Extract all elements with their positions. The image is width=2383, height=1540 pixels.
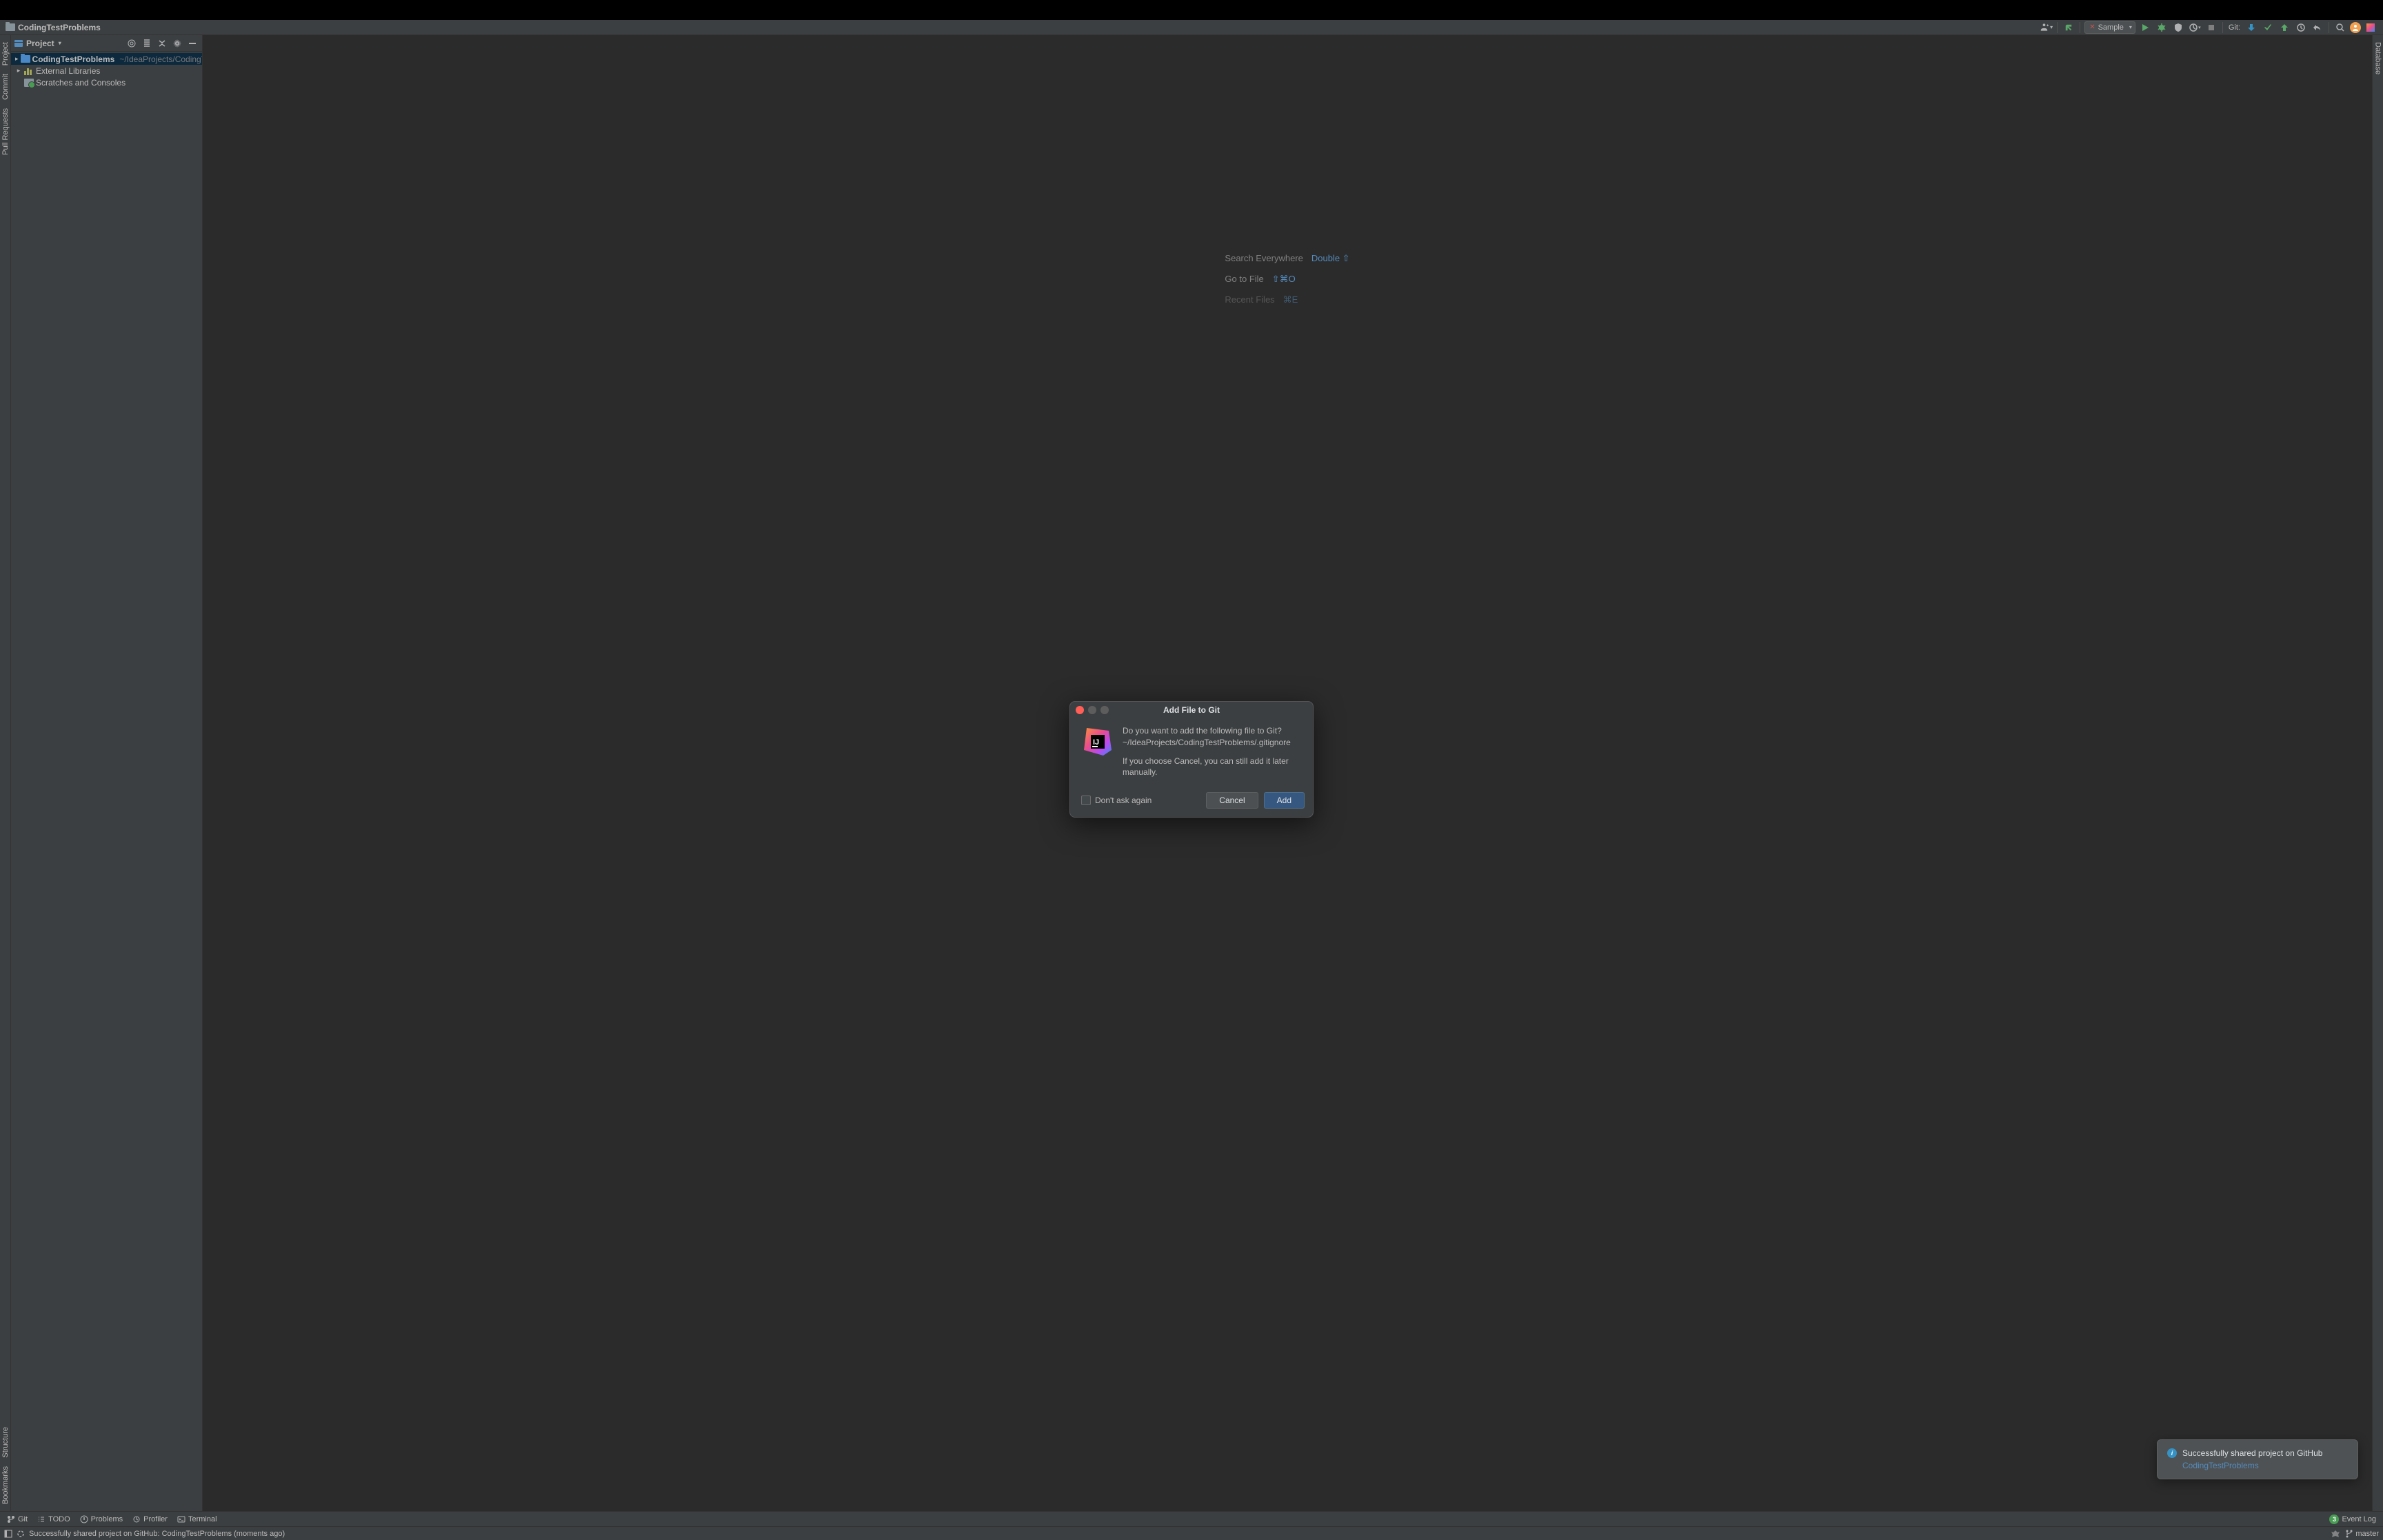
expand-all-icon[interactable] [140,37,154,50]
problems-icon [80,1515,88,1523]
ide-settings-icon[interactable] [2364,21,2377,34]
intellij-logo-icon: IJ [1081,725,1114,758]
add-button[interactable]: Add [1264,792,1305,809]
scratches-icon [24,79,34,87]
tree-node-external-libraries[interactable]: ▸ External Libraries [11,65,202,77]
status-bar: Successfully shared project on GitHub: C… [0,1526,2383,1540]
right-tool-gutter: Database [2372,35,2383,1511]
git-label: Git: [2229,23,2240,32]
sidebar-tab-commit[interactable]: Commit [0,70,11,104]
stop-icon[interactable] [2204,21,2218,34]
dialog-message: Do you want to add the following file to… [1123,725,1302,785]
info-icon: i [2167,1448,2177,1458]
tree-node-root[interactable]: ▸ CodingTestProblems ~/IdeaProjects/Codi… [11,53,202,65]
chevron-right-icon[interactable]: ▸ [15,55,19,63]
event-count-badge: 3 [2329,1514,2339,1524]
folder-icon [6,23,15,31]
sidebar-tab-project[interactable]: Project [0,38,11,70]
profiler-icon[interactable]: ▾ [2188,21,2202,34]
hint-search-shortcut: Double ⇧ [1311,253,1350,264]
collapse-all-icon[interactable] [155,37,169,50]
hint-goto-shortcut: ⇧⌘O [1272,274,1296,285]
svg-text:IJ: IJ [1093,738,1099,747]
notification-link[interactable]: CodingTestProblems [2182,1461,2348,1470]
git-rollback-icon[interactable] [2311,21,2324,34]
search-icon[interactable] [2333,21,2347,34]
avatar[interactable] [2350,22,2361,33]
navigation-bar: CodingTestProblems ▾ ✕ Sample ▾ Git: [0,20,2383,35]
bottom-tab-todo[interactable]: TODO [33,1514,74,1525]
tree-node-scratches[interactable]: Scratches and Consoles [11,77,202,88]
todo-icon [37,1515,46,1523]
dialog-title: Add File to Git [1070,705,1313,715]
left-tool-gutter: Project Commit Pull Requests Structure B… [0,35,11,1511]
welcome-screen: Search Everywhere Double ⇧ Go to File ⇧⌘… [1225,253,1349,305]
folder-icon [21,55,30,63]
coverage-icon[interactable] [2171,21,2185,34]
git-update-icon[interactable] [2244,21,2258,34]
bottom-tab-terminal[interactable]: Terminal [173,1514,221,1525]
add-file-to-git-dialog: Add File to Git IJ Do you want to add th… [1069,701,1314,818]
chevron-right-icon[interactable]: ▸ [15,67,22,74]
separator [2057,22,2058,33]
hint-recent-shortcut: ⌘E [1283,294,1298,305]
notification-title-text: Successfully shared project on GitHub [2182,1448,2322,1458]
inspections-icon[interactable] [2331,1530,2340,1538]
breadcrumb-project: CodingTestProblems [18,23,101,32]
dialog-titlebar[interactable]: Add File to Git [1070,702,1313,718]
bottom-tab-profiler[interactable]: Profiler [128,1514,172,1525]
run-icon[interactable] [2138,21,2152,34]
git-history-icon[interactable] [2294,21,2308,34]
bottom-tab-git[interactable]: Git [3,1514,32,1525]
breadcrumb[interactable]: CodingTestProblems [6,23,101,32]
bottom-tool-tabs: Git TODO Problems Profiler Terminal 3 Ev… [0,1511,2383,1526]
sidebar-tab-database[interactable]: Database [2373,38,2383,79]
sidebar-tab-pull-requests[interactable]: Pull Requests [0,104,11,159]
run-config-name: Sample [2098,23,2124,32]
cancel-button[interactable]: Cancel [1206,792,1258,809]
git-branch-widget[interactable]: master [2346,1530,2379,1538]
chevron-down-icon: ▾ [59,40,61,46]
build-icon[interactable] [2062,21,2075,34]
library-icon [24,67,34,75]
tool-windows-toggle-icon[interactable] [4,1530,12,1538]
hint-goto-label: Go to File [1225,274,1263,285]
error-icon: ✕ [2089,23,2095,31]
add-user-icon[interactable]: ▾ [2039,21,2053,34]
git-commit-icon[interactable] [2261,21,2275,34]
status-message[interactable]: Successfully shared project on GitHub: C… [29,1530,285,1538]
run-configuration-selector[interactable]: ✕ Sample [2084,21,2135,34]
project-tree[interactable]: ▸ CodingTestProblems ~/IdeaProjects/Codi… [11,52,202,88]
profiler-icon [132,1515,141,1523]
git-push-icon[interactable] [2278,21,2291,34]
project-icon [14,39,23,48]
separator [2222,22,2223,33]
sidebar-tab-structure[interactable]: Structure [0,1423,11,1462]
terminal-icon [177,1515,185,1523]
debug-icon[interactable] [2155,21,2169,34]
branch-icon [2346,1530,2353,1538]
hint-search-label: Search Everywhere [1225,253,1303,264]
notification-balloon[interactable]: i Successfully shared project on GitHub … [2157,1439,2358,1479]
project-view-selector[interactable]: Project ▾ [14,39,122,48]
project-panel-header: Project ▾ [11,35,202,52]
git-branch-icon [7,1515,15,1523]
checkbox-icon [1081,796,1091,805]
process-indicator-icon[interactable] [17,1530,25,1538]
gear-icon[interactable] [170,37,184,50]
dont-ask-again-checkbox[interactable]: Don't ask again [1081,796,1152,805]
hint-recent-label: Recent Files [1225,294,1274,305]
select-opened-file-icon[interactable] [125,37,139,50]
bottom-tab-problems[interactable]: Problems [76,1514,127,1525]
hide-panel-icon[interactable] [185,37,199,50]
project-tool-window: Project ▾ ▸ CodingTestProblems ~/IdeaPro… [11,35,203,1511]
bottom-tab-event-log[interactable]: 3 Event Log [2325,1513,2380,1526]
sidebar-tab-bookmarks[interactable]: Bookmarks [0,1462,11,1508]
